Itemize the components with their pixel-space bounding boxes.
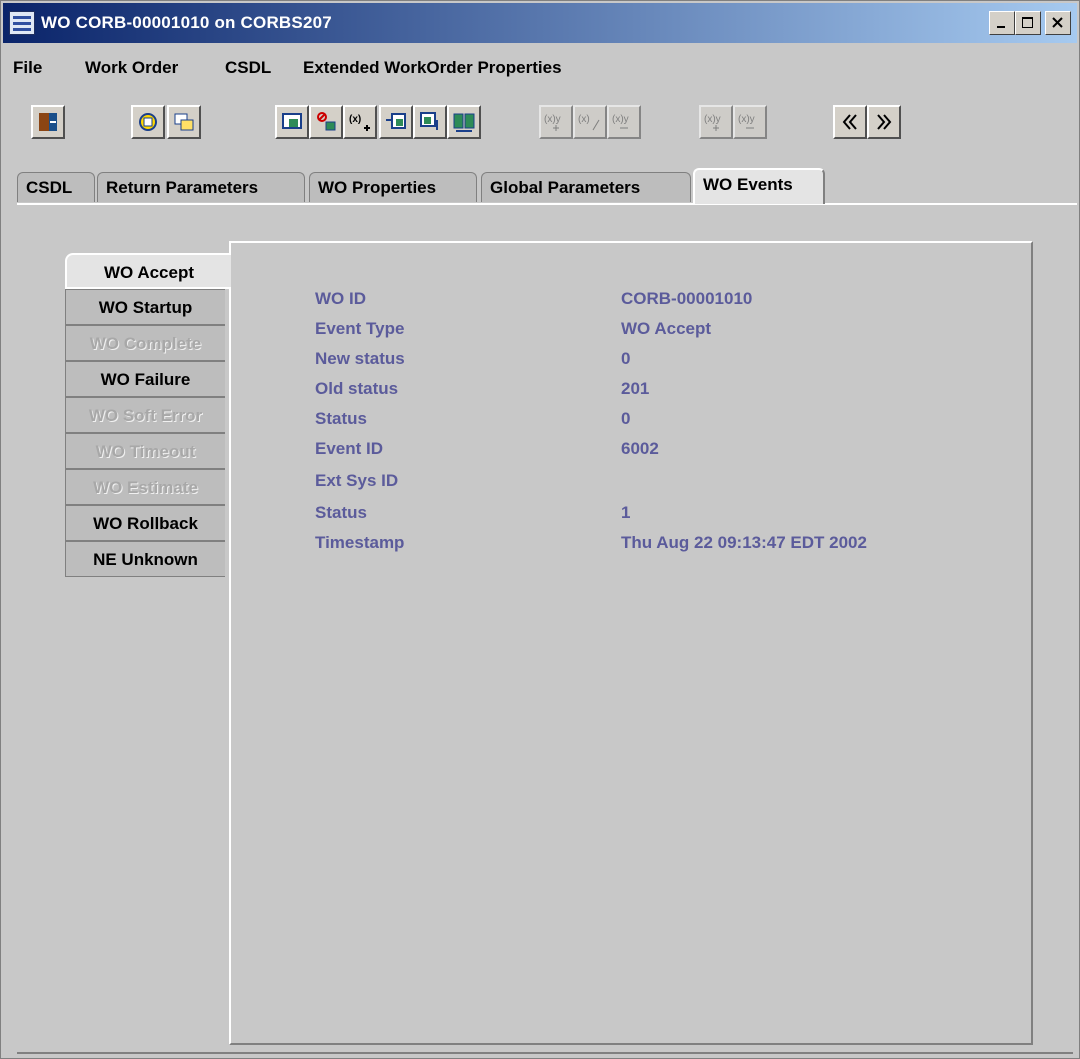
- app-icon[interactable]: [9, 11, 35, 35]
- menu-bar: File Work Order CSDL Extended WorkOrder …: [3, 47, 1077, 87]
- remove-var-icon[interactable]: (x)y: [607, 105, 641, 139]
- window-left-icon[interactable]: [379, 105, 413, 139]
- cancel-window-icon[interactable]: [309, 105, 343, 139]
- window-swap-icon[interactable]: [447, 105, 481, 139]
- maximize-icon[interactable]: [1015, 11, 1041, 35]
- menu-file[interactable]: File: [13, 58, 42, 78]
- label-ext-sys-id: Ext Sys ID: [315, 471, 399, 490]
- next-icon[interactable]: [867, 105, 901, 139]
- event-tab-ne-unknown[interactable]: NE Unknown: [65, 541, 225, 577]
- event-tab-wo-startup[interactable]: WO Startup: [65, 289, 225, 325]
- menu-work-order[interactable]: Work Order: [85, 58, 178, 78]
- event-tab-wo-rollback[interactable]: WO Rollback: [65, 505, 225, 541]
- label-status: Status: [315, 409, 367, 428]
- window-title: WO CORB-00001010 on CORBS207: [41, 13, 332, 32]
- close-icon[interactable]: [1045, 11, 1071, 35]
- event-tab-wo-estimate[interactable]: WO Estimate: [65, 469, 225, 505]
- value-old-status: 201: [621, 379, 650, 398]
- previous-icon[interactable]: [833, 105, 867, 139]
- value-event-id: 6002: [621, 439, 659, 458]
- refresh-icon[interactable]: [131, 105, 165, 139]
- value-status: 0: [621, 409, 631, 428]
- svg-text:(x): (x): [349, 114, 361, 125]
- svg-text:(x): (x): [578, 114, 590, 125]
- main-tabs: CSDL Return Parameters WO Properties Glo…: [17, 168, 1077, 204]
- svg-text:(x)y: (x)y: [544, 114, 561, 125]
- tab-return-parameters[interactable]: Return Parameters: [97, 172, 305, 202]
- event-details-panel: WO ID CORB-00001010 Event Type WO Accept…: [229, 241, 1033, 1045]
- value-status-2: 1: [621, 503, 631, 522]
- remove-var2-icon[interactable]: (x)y: [733, 105, 767, 139]
- event-tab-wo-complete[interactable]: WO Complete: [65, 325, 225, 361]
- value-new-status: 0: [621, 349, 631, 368]
- menu-csdl[interactable]: CSDL: [225, 58, 271, 78]
- svg-text:(x)y: (x)y: [738, 114, 755, 125]
- minimize-icon[interactable]: [989, 11, 1015, 35]
- app-window: WO CORB-00001010 on CORBS207 File Work O…: [0, 0, 1080, 1059]
- tab-global-parameters[interactable]: Global Parameters: [481, 172, 691, 202]
- label-new-status: New status: [315, 349, 405, 368]
- label-status-2: Status: [315, 503, 367, 522]
- label-wo-id: WO ID: [315, 289, 366, 308]
- toolbar: (x) (x)y (x) (x)y (x)y (x)y: [3, 97, 1077, 149]
- event-tab-wo-timeout[interactable]: WO Timeout: [65, 433, 225, 469]
- add-variable-icon[interactable]: (x): [343, 105, 377, 139]
- label-event-id: Event ID: [315, 439, 384, 458]
- window-down-icon[interactable]: [413, 105, 447, 139]
- event-tab-wo-soft-error[interactable]: WO Soft Error: [65, 397, 225, 433]
- label-event-type: Event Type: [315, 319, 405, 338]
- add-var2-icon[interactable]: (x)y: [699, 105, 733, 139]
- svg-text:(x)y: (x)y: [612, 114, 629, 125]
- window-in-icon[interactable]: [275, 105, 309, 139]
- tab-wo-events[interactable]: WO Events: [693, 168, 825, 204]
- tab-wo-properties[interactable]: WO Properties: [309, 172, 477, 202]
- svg-text:(x)y: (x)y: [704, 114, 721, 125]
- add-var-icon[interactable]: (x)y: [539, 105, 573, 139]
- label-timestamp: Timestamp: [315, 533, 405, 552]
- value-wo-id: CORB-00001010: [621, 289, 753, 308]
- event-tab-wo-accept[interactable]: WO Accept: [65, 253, 231, 289]
- title-bar[interactable]: WO CORB-00001010 on CORBS207: [3, 3, 1077, 43]
- copy-window-icon[interactable]: [167, 105, 201, 139]
- label-old-status: Old status: [315, 379, 399, 398]
- edit-var-icon[interactable]: (x): [573, 105, 607, 139]
- event-tab-wo-failure[interactable]: WO Failure: [65, 361, 225, 397]
- tab-csdl[interactable]: CSDL: [17, 172, 95, 202]
- menu-extended-properties[interactable]: Extended WorkOrder Properties: [303, 58, 562, 78]
- value-event-type: WO Accept: [621, 319, 712, 338]
- value-timestamp: Thu Aug 22 09:13:47 EDT 2002: [621, 533, 867, 552]
- exit-icon[interactable]: [31, 105, 65, 139]
